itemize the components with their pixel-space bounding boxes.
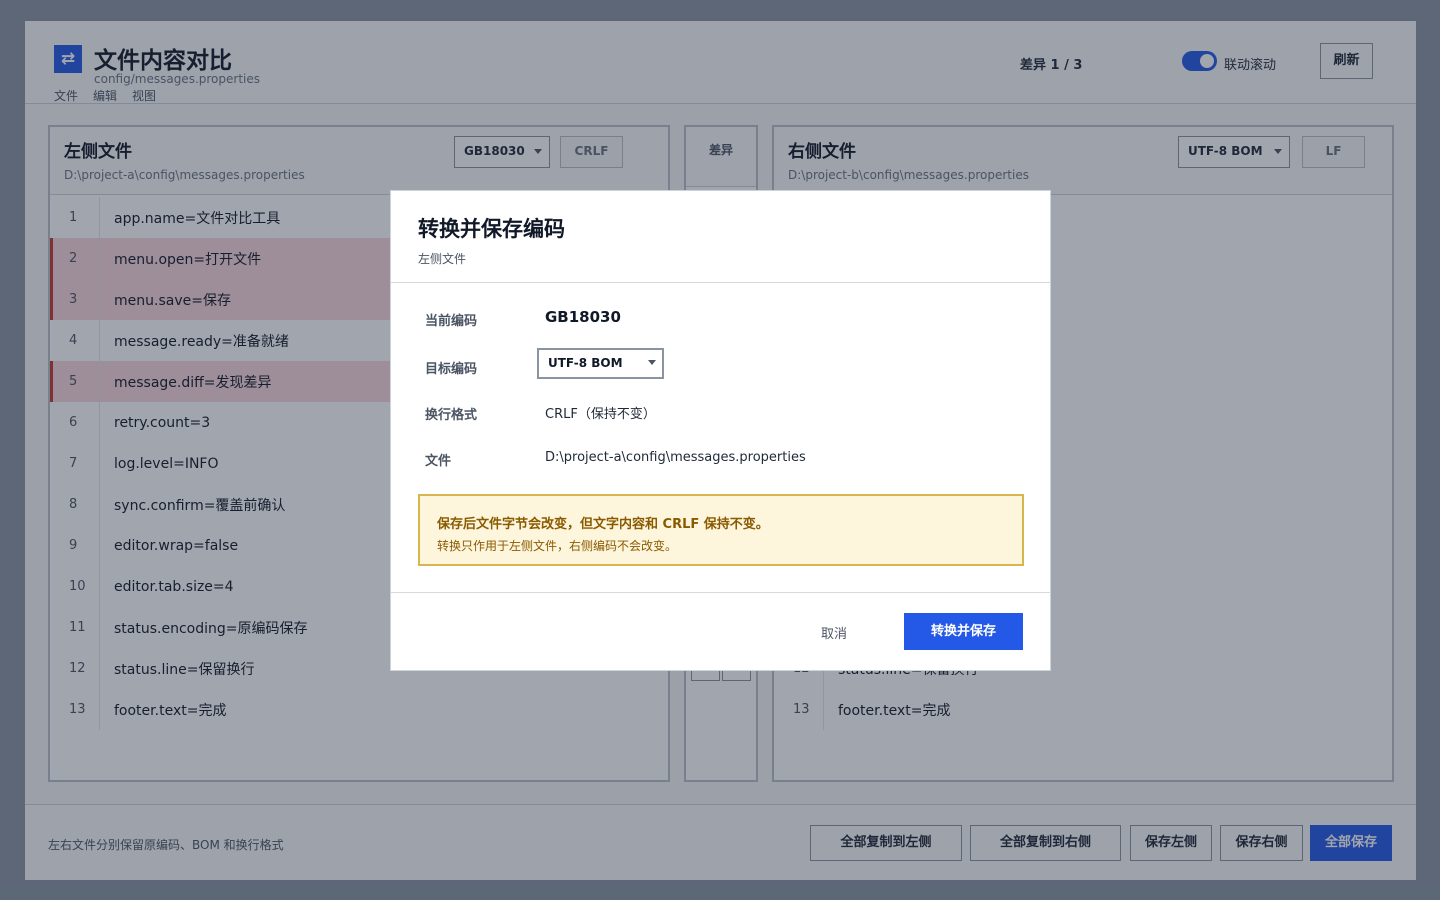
target-encoding-select[interactable]: UTF-8 BOM bbox=[537, 348, 664, 379]
warning-box: 保存后文件字节会改变，但文字内容和 CRLF 保持不变。 转换只作用于左侧文件，… bbox=[418, 494, 1024, 566]
chevron-down-icon bbox=[648, 360, 656, 365]
warning-main-text: 保存后文件字节会改变，但文字内容和 CRLF 保持不变。 bbox=[437, 517, 769, 532]
dialog-footer: 取消 转换并保存 bbox=[391, 592, 1050, 672]
dialog-title: 转换并保存编码 bbox=[418, 217, 565, 241]
file-label: 文件 bbox=[425, 454, 452, 469]
dialog-subtitle: 左侧文件 bbox=[418, 252, 467, 266]
eol-value: CRLF（保持不变） bbox=[545, 407, 656, 422]
target-encoding-value: UTF-8 BOM bbox=[548, 356, 623, 370]
target-encoding-label: 目标编码 bbox=[425, 362, 478, 377]
cancel-button[interactable]: 取消 bbox=[821, 623, 847, 642]
dialog-header: 转换并保存编码 左侧文件 bbox=[391, 191, 1050, 283]
file-value: D:\project-a\config\messages.properties bbox=[545, 450, 806, 465]
warning-sub-text: 转换只作用于左侧文件，右侧编码不会改变。 bbox=[437, 539, 678, 553]
current-encoding-label: 当前编码 bbox=[425, 314, 478, 329]
convert-encoding-dialog: 转换并保存编码 左侧文件 当前编码 GB18030 目标编码 UTF-8 BOM… bbox=[390, 190, 1051, 671]
convert-save-button[interactable]: 转换并保存 bbox=[904, 613, 1023, 650]
eol-label: 换行格式 bbox=[425, 408, 478, 423]
current-encoding-value: GB18030 bbox=[545, 308, 621, 326]
